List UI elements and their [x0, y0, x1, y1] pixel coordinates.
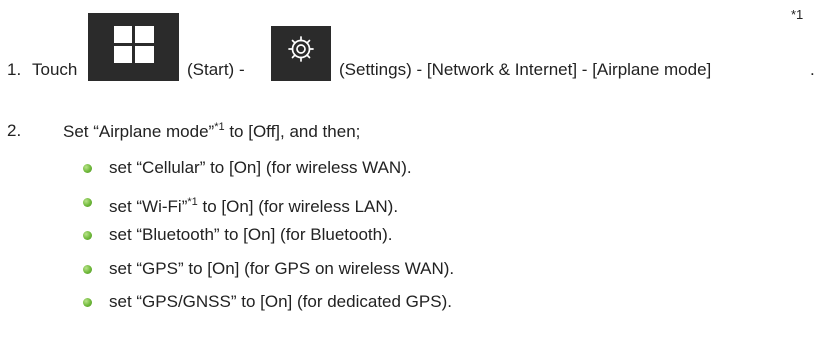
- list-item-text: set “GPS” to [On] (for GPS on wireless W…: [109, 258, 455, 278]
- step-text: Set “Airplane mode”*1 to [Off], and then…: [63, 121, 360, 142]
- step-text-settings-path: (Settings) - [Network & Internet] - [Air…: [339, 60, 712, 79]
- windows-start-icon: [88, 13, 179, 81]
- step-trailing-period: .: [810, 60, 815, 79]
- settings-gear-icon: [271, 26, 331, 81]
- footnote-sup: *1: [187, 195, 198, 208]
- step-text-a: Set “Airplane mode”: [63, 122, 215, 141]
- step-number: 2.: [7, 121, 22, 140]
- bullet-dot-icon: [83, 298, 92, 307]
- list-item: set “GPS/GNSS” to [On] (for dedicated GP…: [83, 292, 454, 326]
- list-item-text: set “Bluetooth” to [On] (for Bluetooth).: [109, 225, 393, 244]
- step-text-start: (Start) -: [187, 60, 245, 79]
- bullet-dot-icon: [83, 264, 92, 274]
- bullet-dot-icon: [83, 164, 92, 173]
- list-item-text: set “GPS/GNSS” to [On] (for dedicated GP…: [109, 292, 452, 311]
- list-item: set “GPS” to [On] (for GPS on wireless W…: [83, 259, 454, 293]
- step-number: 1.: [7, 60, 22, 79]
- footnote-sup: *1: [214, 121, 225, 133]
- step-text-b: to [Off], and then;: [224, 122, 361, 141]
- footnote-marker: *1: [791, 7, 804, 22]
- list-item: set “Cellular” to [On] (for wireless WAN…: [83, 158, 454, 192]
- step-text-touch: Touch: [32, 60, 78, 79]
- bullet-list: set “Cellular” to [On] (for wireless WAN…: [83, 158, 454, 326]
- list-item-text-b: to [On] (for wireless LAN).: [197, 196, 399, 216]
- list-item-text-a: set “Wi-Fi”: [109, 196, 188, 216]
- list-item-text: set “Cellular” to [On] (for wireless WAN…: [109, 158, 412, 177]
- list-item: set “Wi-Fi”*1 to [On] (for wireless LAN)…: [83, 192, 454, 226]
- list-item: set “Bluetooth” to [On] (for Bluetooth).: [83, 225, 454, 259]
- bullet-dot-icon: [83, 231, 92, 240]
- bullet-dot-icon: [83, 197, 92, 207]
